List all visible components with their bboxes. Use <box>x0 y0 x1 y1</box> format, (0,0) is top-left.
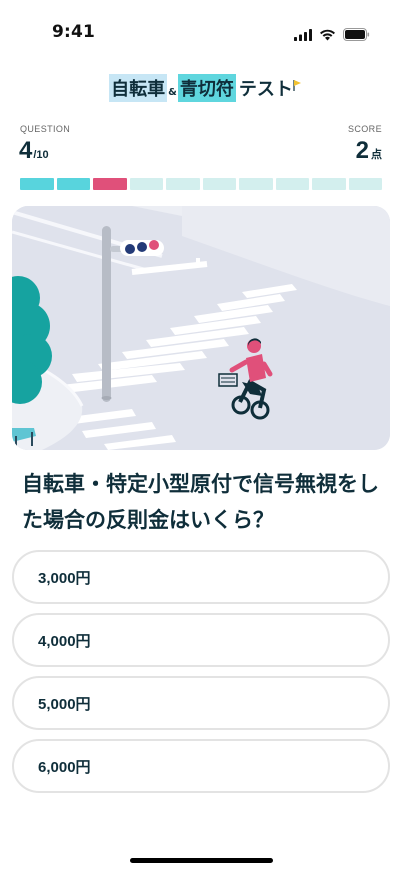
title-bicycle: 自転車 <box>109 74 168 102</box>
score-unit: 点 <box>371 149 382 161</box>
answer-option-1[interactable]: 3,000円 <box>12 550 390 604</box>
progress-segment-7 <box>239 178 273 190</box>
title-test-text: テスト <box>238 79 293 100</box>
status-icons <box>294 26 370 45</box>
title-test: テスト <box>236 75 301 101</box>
flag-icon <box>293 80 301 91</box>
answer-option-3[interactable]: 5,000円 <box>12 676 390 730</box>
progress-segment-8 <box>275 178 309 190</box>
progress-segment-1 <box>20 178 54 190</box>
progress-bar <box>20 178 382 190</box>
answer-option-label: 6,000円 <box>38 758 91 776</box>
score-value: 2 <box>355 137 369 164</box>
question-total: /10 <box>33 149 49 161</box>
progress-segment-10 <box>348 178 382 190</box>
score-label: SCORE <box>347 124 382 134</box>
answer-option-label: 4,000円 <box>38 632 91 650</box>
title-ampersand: & <box>168 87 177 98</box>
progress-segment-2 <box>56 178 90 190</box>
illustration-cyclist-at-crosswalk <box>12 206 390 450</box>
progress-segment-4 <box>129 178 163 190</box>
status-time: 9:41 <box>52 22 96 42</box>
score-counter: 2点 <box>356 137 382 165</box>
progress-segment-6 <box>202 178 236 190</box>
progress-segment-3 <box>93 178 127 190</box>
question-current: 4 <box>19 137 33 164</box>
app-title: 自転車 & 青切符 テスト <box>0 74 402 102</box>
wifi-icon <box>319 26 336 45</box>
answer-option-label: 5,000円 <box>38 695 91 713</box>
progress-segment-5 <box>166 178 200 190</box>
title-blue-ticket: 青切符 <box>177 74 236 102</box>
answer-option-2[interactable]: 4,000円 <box>12 613 390 667</box>
question-counter: 4/10 <box>19 137 49 165</box>
question-text: 自転車・特定小型原付で信号無視をした場合の反則金はいくら？ <box>22 472 379 532</box>
progress-segment-9 <box>312 178 346 190</box>
cellular-signal-icon <box>294 26 312 45</box>
question-label: QUESTION <box>20 124 71 134</box>
answer-option-4[interactable]: 6,000円 <box>12 739 390 793</box>
battery-icon <box>343 26 370 45</box>
answer-option-label: 3,000円 <box>38 569 91 587</box>
home-indicator[interactable] <box>130 858 273 863</box>
status-bar: 9:41 <box>0 0 402 60</box>
